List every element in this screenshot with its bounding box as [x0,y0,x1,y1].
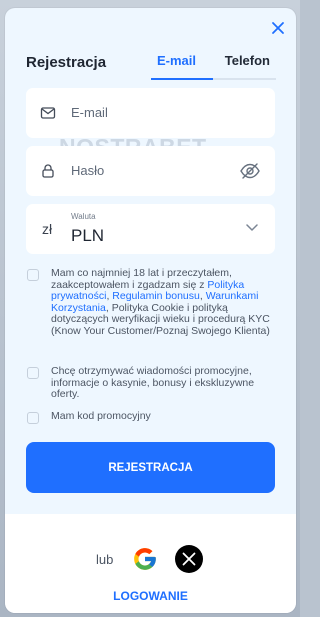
terms-prefix: Mam co najmniej 18 lat i przeczytałem, z… [51,267,232,291]
marketing-consent: Chcę otrzymywać wiadomości promocyjne, i… [27,365,275,404]
email-field[interactable]: E-mail [26,88,275,138]
page-backdrop: Rejestracja E-mail Telefon E-mail NOSTRA… [0,0,300,617]
promo-code-checkbox[interactable] [27,412,39,424]
terms-text: Mam co najmniej 18 lat i przeczytałem, z… [51,267,275,338]
login-link[interactable]: LOGOWANIE [5,589,296,603]
tab-email[interactable]: E-mail [157,53,196,68]
registration-modal: Rejestracja E-mail Telefon E-mail NOSTRA… [5,8,296,613]
bonus-rules-link[interactable]: Regulamin bonusu [112,290,200,302]
marketing-checkbox[interactable] [27,367,39,379]
eye-off-icon[interactable] [239,161,261,181]
modal-header: Rejestracja E-mail Telefon [26,50,276,90]
active-tab-indicator [151,78,213,80]
google-login-button[interactable] [131,545,159,573]
tab-phone[interactable]: Telefon [225,53,270,68]
currency-label: Waluta [71,212,96,221]
promo-code-option: Mam kod promocyjny [27,410,275,427]
close-button[interactable] [268,18,288,38]
close-icon [272,22,284,34]
mail-icon [40,107,56,119]
chevron-down-icon [246,224,258,231]
password-field[interactable]: Hasło [26,146,275,196]
marketing-text: Chcę otrzymywać wiadomości promocyjne, i… [51,365,255,401]
x-icon [182,552,196,566]
promo-code-text: Mam kod promocyjny [51,410,151,422]
lock-icon [42,164,54,178]
x-login-button[interactable] [175,545,204,573]
password-placeholder: Hasło [71,163,105,178]
terms-checkbox[interactable] [27,269,39,281]
currency-symbol: zł [42,221,53,237]
or-text: lub [96,551,114,567]
register-button[interactable]: REJESTRACJA [26,442,275,493]
email-placeholder: E-mail [71,105,108,120]
currency-value: PLN [71,226,105,245]
registration-tabs: E-mail Telefon [151,50,276,80]
page-title: Rejestracja [26,54,107,71]
currency-select[interactable]: zł Waluta PLN [26,204,275,254]
terms-consent: Mam co najmniej 18 lat i przeczytałem, z… [27,267,275,370]
social-login: lub [96,544,204,574]
google-icon [134,548,157,570]
modal-footer: lub LOGOWANIE [5,514,296,613]
